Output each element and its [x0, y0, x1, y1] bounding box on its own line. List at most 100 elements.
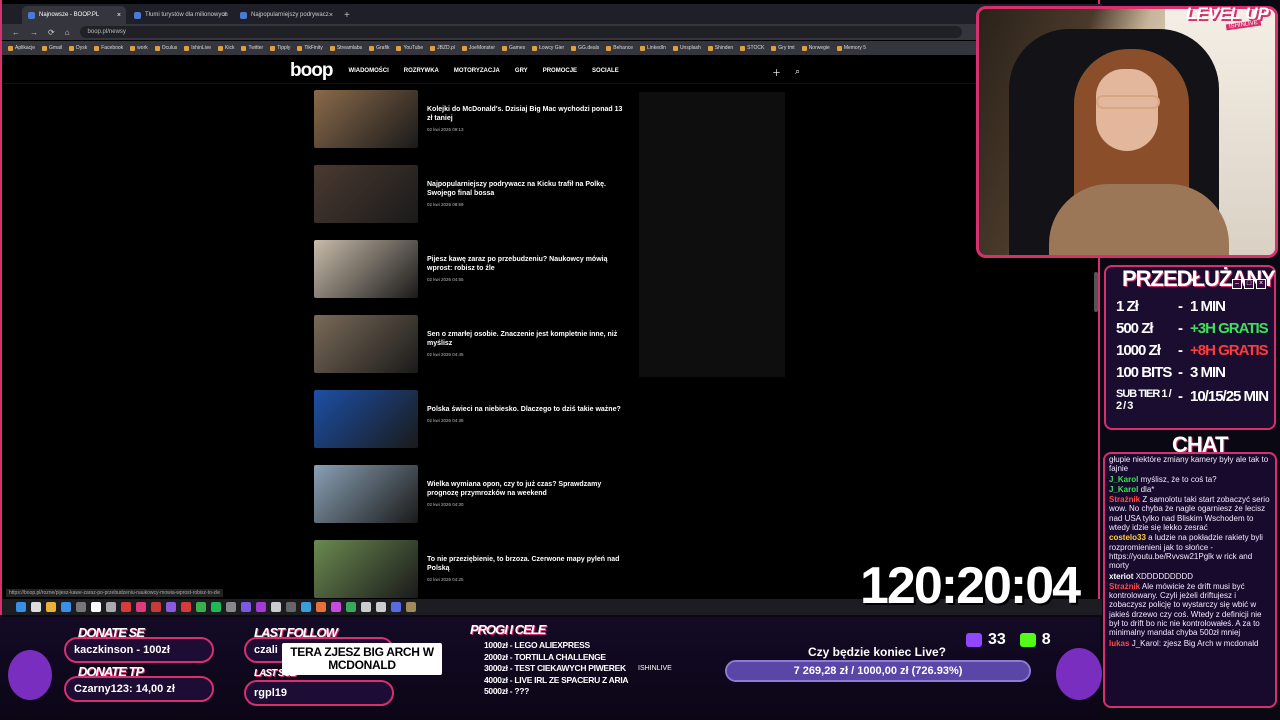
nav-link[interactable]: WIADOMOŚCI — [348, 68, 388, 74]
taskbar-app-icon[interactable] — [136, 602, 146, 612]
bookmark-item[interactable]: Twitter — [241, 45, 263, 51]
bookmark-item[interactable]: Unsplash — [672, 45, 701, 51]
taskbar-app-icon[interactable] — [301, 602, 311, 612]
article-thumbnail[interactable] — [314, 165, 418, 223]
taskbar-app-icon[interactable] — [331, 602, 341, 612]
close-tab-icon[interactable]: × — [117, 12, 121, 19]
taskbar-app-icon[interactable] — [121, 602, 131, 612]
bookmark-item[interactable]: Grafik — [369, 45, 389, 51]
bookmark-item[interactable]: YouTube — [396, 45, 423, 51]
taskbar-app-icon[interactable] — [346, 602, 356, 612]
article-item[interactable]: Pijesz kawę zaraz po przebudzeniu? Nauko… — [314, 240, 634, 315]
bookmark-item[interactable]: work — [130, 45, 148, 51]
bookmark-item[interactable]: Gmail — [42, 45, 62, 51]
taskbar-app-icon[interactable] — [151, 602, 161, 612]
bookmark-item[interactable]: Gry tmt — [771, 45, 795, 51]
nav-link[interactable]: GRY — [515, 68, 528, 74]
bookmark-item[interactable]: Streamlabs — [329, 45, 362, 51]
bookmark-item[interactable]: Dysk — [69, 45, 87, 51]
bookmark-item[interactable]: Games — [502, 45, 525, 51]
bookmark-item[interactable]: Norwegie — [801, 45, 830, 51]
close-tab-icon[interactable]: × — [329, 12, 333, 19]
home-icon[interactable]: ⌂ — [65, 28, 70, 37]
bookmark-item[interactable]: Tipply — [270, 45, 290, 51]
taskbar-app-icon[interactable] — [391, 602, 401, 612]
taskbar-app-icon[interactable] — [376, 602, 386, 612]
reload-icon[interactable]: ⟳ — [48, 28, 55, 37]
taskbar-app-icon[interactable] — [256, 602, 266, 612]
bookmark-item[interactable]: STOCK — [740, 45, 764, 51]
article-title[interactable]: Najpopularniejszy podrywacz na Kicku tra… — [427, 180, 627, 198]
bookmark-item[interactable]: Kick — [218, 45, 234, 51]
taskbar-app-icon[interactable] — [91, 602, 101, 612]
bookmark-item[interactable]: Aplikacje — [8, 45, 35, 51]
taskbar-app-icon[interactable] — [226, 602, 236, 612]
taskbar-app-icon[interactable] — [166, 602, 176, 612]
scrollbar[interactable] — [1094, 272, 1098, 312]
nav-link[interactable]: PROMOCJE — [543, 68, 577, 74]
taskbar-app-icon[interactable] — [211, 602, 221, 612]
nav-link[interactable]: MOTORYZACJA — [454, 68, 500, 74]
bookmark-label: GG.deals — [578, 45, 600, 51]
browser-tab[interactable]: Najpopularniejszy podrywacz × — [234, 6, 338, 24]
article-item[interactable]: Kolejki do McDonald's. Dzisiaj Big Mac w… — [314, 90, 634, 165]
taskbar-app-icon[interactable] — [46, 602, 56, 612]
taskbar-app-icon[interactable] — [361, 602, 371, 612]
article-item[interactable]: Wielka wymiana opon, czy to już czas? Sp… — [314, 465, 634, 540]
taskbar-app-icon[interactable] — [271, 602, 281, 612]
taskbar-app-icon[interactable] — [76, 602, 86, 612]
back-icon[interactable]: ← — [12, 28, 20, 37]
bookmark-item[interactable]: IshinLive — [184, 45, 211, 51]
article-thumbnail[interactable] — [314, 90, 418, 148]
nav-link[interactable]: ROZRYWKA — [404, 68, 439, 74]
bookmark-item[interactable]: TikFinity — [297, 45, 323, 51]
taskbar-app-icon[interactable] — [316, 602, 326, 612]
plus-icon[interactable]: ＋ — [772, 66, 781, 79]
bookmark-item[interactable]: GG.deals — [571, 45, 599, 51]
bookmark-item[interactable]: Facebook — [94, 45, 123, 51]
taskbar-app-icon[interactable] — [106, 602, 116, 612]
article-thumbnail[interactable] — [314, 540, 418, 598]
article-title[interactable]: Wielka wymiana opon, czy to już czas? Sp… — [427, 480, 627, 498]
browser-tab[interactable]: Najnowsze - BOOP.PL × — [22, 6, 126, 24]
taskbar-app-icon[interactable] — [406, 602, 416, 612]
bookmark-item[interactable]: Łowcy Gier — [532, 45, 564, 51]
bookmark-item[interactable]: Oculus — [154, 45, 177, 51]
search-icon[interactable]: ⌕ — [795, 66, 800, 79]
article-title[interactable]: To nie przeziębienie, to brzoza. Czerwon… — [427, 555, 627, 573]
article-thumbnail[interactable] — [314, 315, 418, 373]
taskbar-app-icon[interactable] — [196, 602, 206, 612]
bookmark-item[interactable]: Memory 5 — [836, 45, 866, 51]
article-thumbnail[interactable] — [314, 390, 418, 448]
article-title[interactable]: Polska świeci na niebiesko. Dlaczego to … — [427, 405, 627, 414]
browser-tab[interactable]: Tłumi turystów dla milionowych × — [128, 6, 232, 24]
article-item[interactable]: Sen o zmarłej osobie. Znaczenie jest kom… — [314, 315, 634, 390]
article-thumbnail[interactable] — [314, 465, 418, 523]
nav-link[interactable]: SOCIALE — [592, 68, 619, 74]
close-tab-icon[interactable]: × — [223, 12, 227, 19]
site-logo[interactable]: boop — [290, 60, 333, 82]
bookmark-item[interactable]: JoeMonster — [461, 45, 495, 51]
bookmark-item[interactable]: Behance — [606, 45, 633, 51]
status-url: https://boop.pl/rozne/pijesz-kawe-zaraz-… — [6, 589, 223, 597]
article-thumbnail[interactable] — [314, 240, 418, 298]
url-bar[interactable]: boop.pl/newsy — [79, 26, 962, 38]
article-title[interactable]: Sen o zmarłej osobie. Znaczenie jest kom… — [427, 330, 627, 348]
taskbar-app-icon[interactable] — [16, 602, 26, 612]
article-title[interactable]: Kolejki do McDonald's. Dzisiaj Big Mac w… — [427, 105, 627, 123]
taskbar-app-icon[interactable] — [31, 602, 41, 612]
taskbar-app-icon[interactable] — [61, 602, 71, 612]
article-item[interactable]: Polska świeci na niebiesko. Dlaczego to … — [314, 390, 634, 465]
bookmark-item[interactable]: JBZD.pl — [430, 45, 455, 51]
bookmarks-bar: Aplikacje Gmail Dysk Facebook work Oculus Ishi… — [2, 41, 1102, 55]
bookmark-icon — [42, 45, 48, 51]
forward-icon[interactable]: → — [30, 28, 38, 37]
taskbar-app-icon[interactable] — [241, 602, 251, 612]
article-item[interactable]: Najpopularniejszy podrywacz na Kicku tra… — [314, 165, 634, 240]
bookmark-item[interactable]: Shinden — [707, 45, 733, 51]
article-title[interactable]: Pijesz kawę zaraz po przebudzeniu? Nauko… — [427, 255, 627, 273]
taskbar-app-icon[interactable] — [286, 602, 296, 612]
bookmark-item[interactable]: LinkedIn — [640, 45, 666, 51]
taskbar-app-icon[interactable] — [181, 602, 191, 612]
new-tab-icon[interactable]: + — [344, 10, 350, 21]
